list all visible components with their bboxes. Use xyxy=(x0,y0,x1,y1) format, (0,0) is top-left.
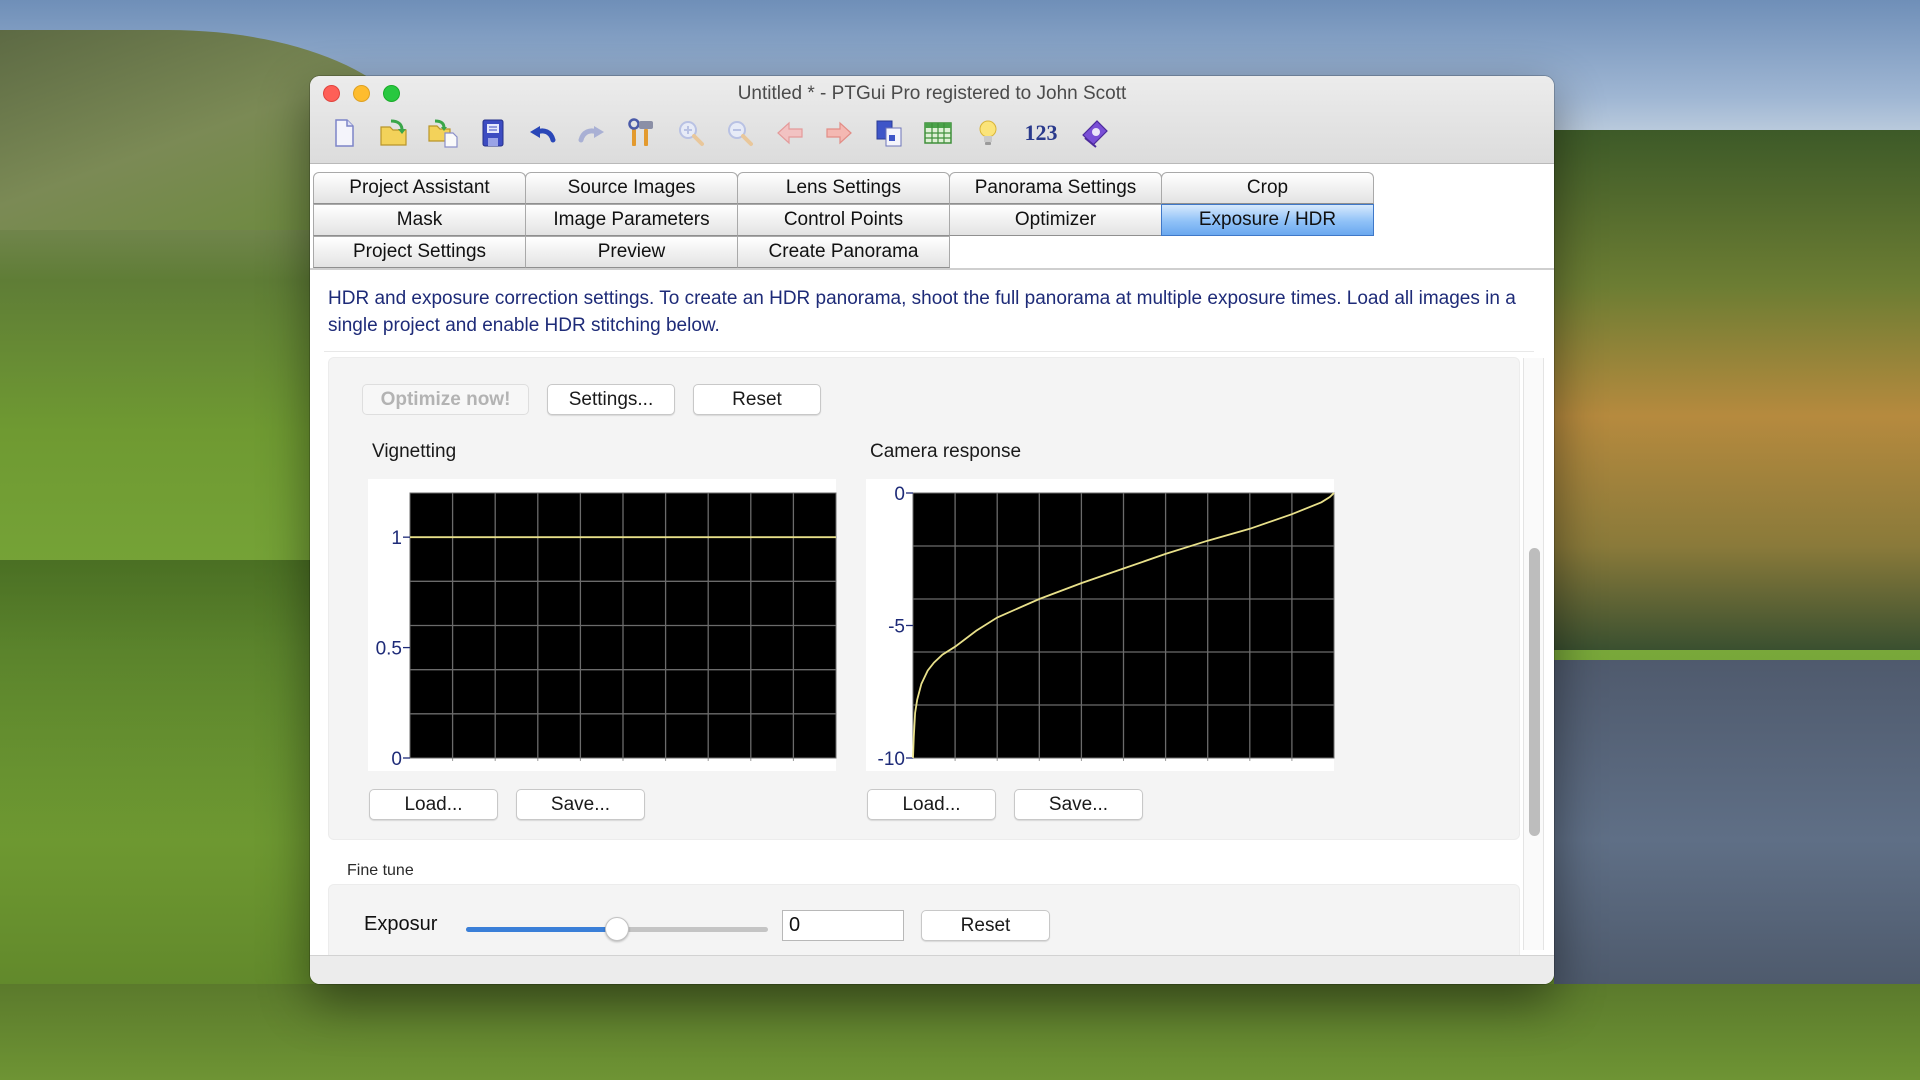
ptgui-window: Untitled * - PTGui Pro registered to Joh… xyxy=(310,76,1554,984)
camera-response-chart-svg: -10 -5 0 xyxy=(878,484,1335,770)
load-images-button[interactable] xyxy=(425,115,461,151)
y-tick-label: -10 xyxy=(878,749,905,770)
new-project-button[interactable] xyxy=(326,115,362,151)
numbers-button[interactable]: 123 xyxy=(1019,115,1063,151)
tools-icon xyxy=(628,118,653,146)
camera-response-save-button[interactable]: Save... xyxy=(1014,789,1143,820)
tab-project-assistant[interactable]: Project Assistant xyxy=(313,172,526,204)
tab-exposure-hdr[interactable]: Exposure / HDR xyxy=(1161,204,1374,236)
panorama-editor-icon xyxy=(876,120,901,147)
tab-panorama-settings[interactable]: Panorama Settings xyxy=(949,172,1162,204)
vignetting-chart-svg: 00.51 xyxy=(376,492,837,770)
desktop-background-water xyxy=(1554,660,1920,1020)
exposure-value-input[interactable] xyxy=(782,910,904,941)
fine-tune-reset-button[interactable]: Reset xyxy=(921,910,1050,941)
zoom-in-icon xyxy=(678,121,704,146)
redo-icon xyxy=(578,126,604,143)
window-title: Untitled * - PTGui Pro registered to Joh… xyxy=(737,83,1127,104)
tab-create-panorama[interactable]: Create Panorama xyxy=(737,236,950,268)
vignetting-load-button[interactable]: Load... xyxy=(369,789,498,820)
tab-mask[interactable]: Mask xyxy=(313,204,526,236)
forward-arrow-icon xyxy=(826,121,852,145)
undo-icon xyxy=(530,126,556,143)
tab-row: Project Settings Preview Create Panorama xyxy=(313,236,1383,268)
forward-button[interactable] xyxy=(821,115,857,151)
fine-tune-label: Fine tune xyxy=(347,862,414,879)
camera-response-label: Camera response xyxy=(870,441,1022,462)
vignetting-chart: 0 0.5 1 xyxy=(368,479,837,771)
toolbar: 123 xyxy=(326,115,1126,151)
table-icon xyxy=(924,122,952,144)
camera-response-chart: -10 -5 0 xyxy=(866,479,1335,771)
open-project-icon xyxy=(379,119,407,146)
save-icon xyxy=(482,119,503,147)
back-arrow-icon xyxy=(776,121,803,145)
vertical-scrollbar[interactable] xyxy=(1523,358,1544,950)
desktop-background-shadow xyxy=(0,560,330,840)
scrollbar-thumb[interactable] xyxy=(1529,548,1540,836)
undo-button[interactable] xyxy=(524,115,560,151)
back-button[interactable] xyxy=(772,115,808,151)
save-button[interactable] xyxy=(475,115,511,151)
tips-button[interactable] xyxy=(970,115,1006,151)
settings-button[interactable]: Settings... xyxy=(547,384,675,415)
tab-lens-settings[interactable]: Lens Settings xyxy=(737,172,950,204)
exposure-slider[interactable] xyxy=(466,917,768,941)
load-images-icon xyxy=(428,119,458,148)
zoom-in-button[interactable] xyxy=(673,115,709,151)
table-button[interactable] xyxy=(920,115,956,151)
slider-fill xyxy=(466,927,617,932)
tab-crop[interactable]: Crop xyxy=(1161,172,1374,204)
new-project-icon xyxy=(335,119,354,147)
y-tick-label: 1 xyxy=(391,528,402,549)
exposure-label: Exposur xyxy=(364,913,438,935)
title-bar: Untitled * - PTGui Pro registered to Joh… xyxy=(310,76,1554,164)
tab-control-points[interactable]: Control Points xyxy=(737,204,950,236)
redo-button[interactable] xyxy=(574,115,610,151)
help-button[interactable] xyxy=(1077,115,1113,151)
zoom-out-icon xyxy=(728,121,753,146)
desktop-background-grass xyxy=(0,984,1920,1080)
tab-image-parameters[interactable]: Image Parameters xyxy=(525,204,738,236)
tab-row: Mask Image Parameters Control Points Optimi… xyxy=(313,204,1383,236)
vignetting-save-button[interactable]: Save... xyxy=(516,789,645,820)
lightbulb-icon xyxy=(979,120,996,145)
y-tick-label: 0 xyxy=(894,484,905,505)
zoom-out-button[interactable] xyxy=(722,115,758,151)
tools-button[interactable] xyxy=(623,115,659,151)
status-footer xyxy=(310,955,1554,984)
reset-button[interactable]: Reset xyxy=(693,384,821,415)
desktop-background-trees xyxy=(1554,130,1920,650)
page-description: HDR and exposure correction settings. To… xyxy=(328,288,1516,336)
panorama-editor-button[interactable] xyxy=(871,115,907,151)
optimize-now-button[interactable]: Optimize now! xyxy=(362,384,529,415)
y-tick-label: -5 xyxy=(888,617,905,638)
tab-bar: Project Assistant Source Images Lens Setti… xyxy=(313,172,1383,268)
vignetting-label: Vignetting xyxy=(372,441,457,462)
content-divider xyxy=(324,351,1534,352)
tab-row: Project Assistant Source Images Lens Setti… xyxy=(313,172,1383,204)
open-project-button[interactable] xyxy=(376,115,412,151)
slider-thumb[interactable] xyxy=(605,917,629,941)
tab-preview[interactable]: Preview xyxy=(525,236,738,268)
help-book-icon xyxy=(1081,120,1108,148)
y-tick-label: 0.5 xyxy=(376,639,402,660)
tab-source-images[interactable]: Source Images xyxy=(525,172,738,204)
tab-optimizer[interactable]: Optimizer xyxy=(949,204,1162,236)
tab-project-settings[interactable]: Project Settings xyxy=(313,236,526,268)
camera-response-load-button[interactable]: Load... xyxy=(867,789,996,820)
tab-separator xyxy=(310,268,1554,270)
y-tick-label: 0 xyxy=(391,749,402,770)
